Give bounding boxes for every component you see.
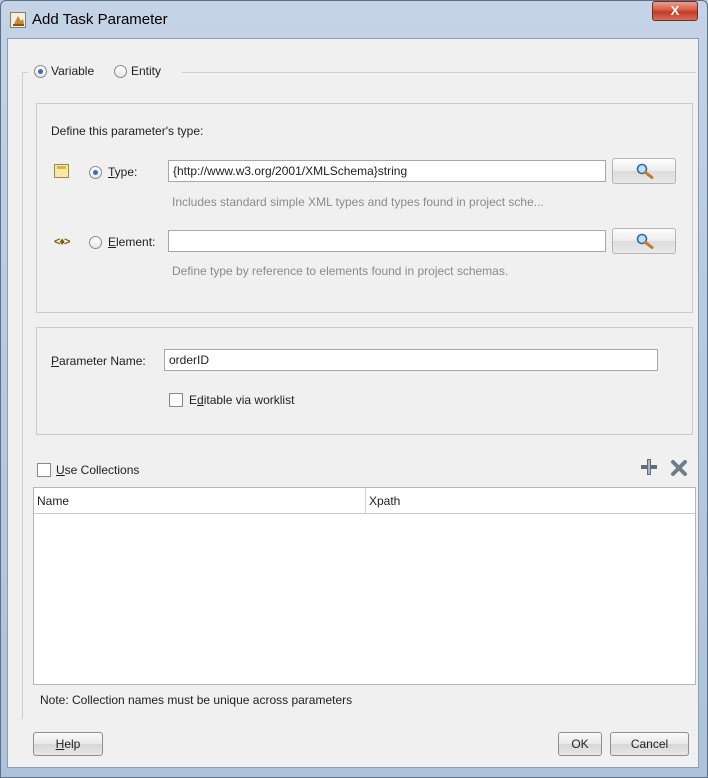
remove-collection-button[interactable] xyxy=(670,459,688,477)
type-input[interactable]: {http://www.w3.org/2001/XMLSchema}string xyxy=(168,160,606,182)
column-header-xpath[interactable]: Xpath xyxy=(369,494,400,508)
remove-icon xyxy=(671,460,687,476)
type-label[interactable]: Type: xyxy=(108,165,137,179)
element-browse-button[interactable] xyxy=(612,228,676,254)
close-button[interactable]: X xyxy=(652,1,698,21)
element-hint: Define type by reference to elements fou… xyxy=(172,264,509,278)
collections-note: Note: Collection names must be unique ac… xyxy=(40,693,353,707)
parameter-name-input[interactable]: orderID xyxy=(164,349,658,371)
editable-checkbox[interactable] xyxy=(169,393,183,407)
element-label[interactable]: Element: xyxy=(108,235,155,249)
ok-button[interactable]: OK xyxy=(558,732,602,756)
column-divider xyxy=(365,488,366,513)
parameter-kind-legend: Variable Entity xyxy=(28,63,182,79)
simple-type-icon xyxy=(54,164,69,178)
close-icon: X xyxy=(670,3,680,18)
parameter-name-panel xyxy=(36,327,693,435)
editable-label[interactable]: Editable via worklist xyxy=(189,393,294,407)
type-radio[interactable] xyxy=(89,166,102,179)
type-browse-button[interactable] xyxy=(612,158,676,184)
help-button[interactable]: Help xyxy=(33,732,103,756)
collections-table[interactable]: Name Xpath xyxy=(33,487,696,685)
variable-label[interactable]: Variable xyxy=(51,64,94,78)
type-section-heading: Define this parameter's type: xyxy=(51,124,204,138)
element-icon: <♦> xyxy=(54,236,71,248)
entity-label[interactable]: Entity xyxy=(131,64,161,78)
parameter-name-label: Parameter Name: xyxy=(51,354,146,368)
type-hint: Includes standard simple XML types and t… xyxy=(172,195,544,209)
add-icon xyxy=(641,459,657,475)
search-icon xyxy=(636,233,654,249)
title-bar[interactable]: Add Task Parameter X xyxy=(0,0,706,38)
cancel-button[interactable]: Cancel xyxy=(610,732,689,756)
element-input[interactable] xyxy=(168,230,606,252)
add-collection-button[interactable] xyxy=(640,458,658,476)
column-header-name[interactable]: Name xyxy=(37,494,69,508)
variable-radio[interactable] xyxy=(34,65,47,78)
window-title: Add Task Parameter xyxy=(32,11,168,28)
table-header: Name Xpath xyxy=(34,488,695,514)
app-icon xyxy=(10,12,26,28)
search-icon xyxy=(636,163,654,179)
use-collections-label[interactable]: Use Collections xyxy=(56,463,139,477)
entity-radio[interactable] xyxy=(114,65,127,78)
use-collections-checkbox[interactable] xyxy=(37,463,51,477)
element-radio[interactable] xyxy=(89,236,102,249)
